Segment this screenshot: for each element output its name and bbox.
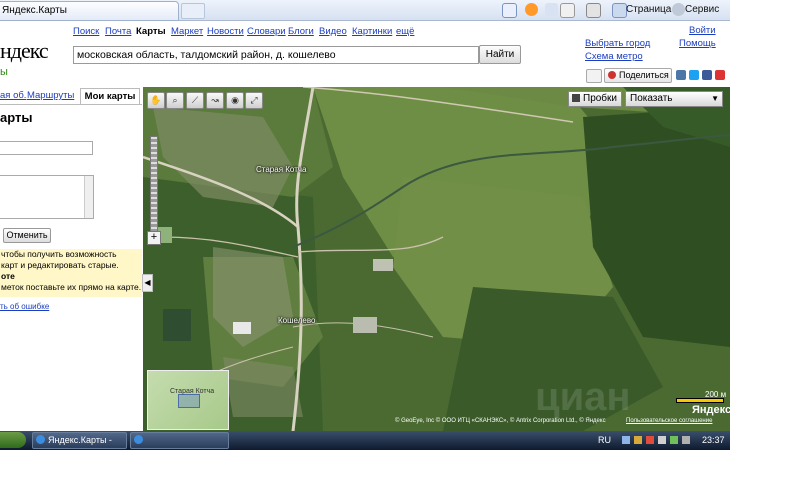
tray-icon[interactable] <box>646 436 654 444</box>
find-button[interactable]: Найти <box>479 45 521 64</box>
search-input[interactable]: московская область, талдомский район, д.… <box>73 46 479 64</box>
page-menu[interactable]: Страница <box>626 4 671 15</box>
share-label: Поделиться <box>619 70 669 80</box>
tab-divider <box>0 104 142 105</box>
zoom-slider[interactable] <box>147 118 159 238</box>
read-mail-icon[interactable] <box>545 3 558 16</box>
clock[interactable]: 23:37 <box>702 435 725 445</box>
hint-line: чтобы получить возможность <box>1 249 117 259</box>
yandex-logo-sub: ы <box>0 66 8 78</box>
nav-blogs[interactable]: Блоги <box>288 26 314 37</box>
service-menu[interactable]: Сервис <box>685 4 719 15</box>
satellite-imagery <box>143 87 730 431</box>
tray-icon[interactable] <box>682 436 690 444</box>
browser-tab[interactable]: Яндекс.Карты <box>0 1 179 21</box>
taskbar-item-label: alex_m_sh@mail.ru: ... <box>131 450 224 460</box>
home-icon[interactable] <box>502 3 517 18</box>
printer-icon[interactable] <box>586 3 601 18</box>
label-staraya-kotcha: Старая Котча <box>256 165 307 174</box>
minimap-label: Старая Котча <box>170 388 215 395</box>
satellite-map[interactable]: Старая Котча Кошелево <box>143 87 730 431</box>
watermark: циан <box>535 375 631 419</box>
nav-more[interactable]: ещё <box>396 26 414 37</box>
show-layer-select[interactable]: Показать ▼ <box>625 91 723 107</box>
nav-search[interactable]: Поиск <box>73 26 99 37</box>
terms-link[interactable]: Пользовательское соглашение <box>626 418 712 424</box>
hand-tool-icon[interactable]: ✋ <box>147 92 165 109</box>
tray-icon[interactable] <box>622 436 630 444</box>
page-icon <box>612 3 627 18</box>
cancel-button[interactable]: Отменить <box>3 228 51 243</box>
nav-maps: Карты <box>136 26 166 37</box>
layers-tool-icon[interactable]: ◉ <box>226 92 244 109</box>
nav-mail[interactable]: Почта <box>105 26 131 37</box>
taskbar-item-mail[interactable]: alex_m_sh@mail.ru: ... <box>130 432 229 460</box>
traffic-label: Пробки <box>583 93 617 104</box>
tab-public[interactable]: ая об. <box>0 90 26 101</box>
twitter-icon[interactable] <box>689 70 699 80</box>
hint-line: оте <box>1 271 15 281</box>
system-tray: RU 23:37 <box>594 432 730 449</box>
traffic-icon <box>572 94 580 102</box>
yandex-map-brand: Яндекс <box>692 404 732 416</box>
collapse-sidebar-button[interactable]: ◀ <box>142 274 153 292</box>
textarea-scrollbar[interactable] <box>84 176 93 218</box>
tab-routes[interactable]: Маршруты <box>27 90 74 101</box>
ie-icon <box>134 435 143 444</box>
nav-dictionaries[interactable]: Словари <box>247 26 286 37</box>
scale-bar <box>676 398 724 403</box>
gear-icon <box>672 3 685 16</box>
browser-tab-title: Яндекс.Карты <box>2 5 67 16</box>
hint-line: карт и редактировать старые. <box>1 260 119 270</box>
map-copyright: © GeoEye, Inc © ООО ИТЦ «СКАНЭКС», © Ant… <box>395 418 606 424</box>
network-icon[interactable] <box>670 436 678 444</box>
print-icon[interactable] <box>586 69 602 83</box>
volume-icon[interactable] <box>658 436 666 444</box>
choose-city-link[interactable]: Выбрать город <box>585 38 650 49</box>
lj-icon[interactable] <box>715 70 725 80</box>
route-tool-icon[interactable]: ↝ <box>206 92 224 109</box>
new-tab-button[interactable] <box>181 3 205 19</box>
help-link[interactable]: Помощь <box>679 38 716 49</box>
traffic-button[interactable]: Пробки <box>568 91 622 107</box>
vk-icon[interactable] <box>676 70 686 80</box>
tab-my-maps[interactable]: Мои карты <box>80 88 140 105</box>
ie-icon <box>36 435 45 444</box>
zoom-track[interactable] <box>150 136 158 233</box>
ruler-tool-icon[interactable]: ⟋ <box>186 92 204 109</box>
rss-icon[interactable] <box>560 3 575 18</box>
show-layer-value: Показать <box>630 93 673 104</box>
yandex-logo[interactable]: ндекс <box>0 38 49 64</box>
map-description-textarea[interactable] <box>0 175 94 219</box>
start-button[interactable] <box>0 432 26 448</box>
nav-images[interactable]: Картинки <box>352 26 392 37</box>
feeds-icon[interactable] <box>525 3 538 16</box>
label-koshelevo: Кошелево <box>278 316 316 325</box>
metro-link[interactable]: Схема метро <box>585 51 643 62</box>
zoom-in-button[interactable]: + <box>147 231 161 245</box>
map-name-input[interactable] <box>0 141 93 155</box>
nav-market[interactable]: Маркет <box>171 26 203 37</box>
nav-news[interactable]: Новости <box>207 26 244 37</box>
my-maps-title: арты <box>0 110 33 125</box>
login-link[interactable]: Войти <box>689 25 716 36</box>
facebook-icon[interactable] <box>702 70 712 80</box>
minimap-viewport[interactable] <box>178 394 200 408</box>
magnifier-tool-icon[interactable]: ⌕ <box>166 92 184 109</box>
tray-icon[interactable] <box>634 436 642 444</box>
share-button[interactable]: Поделиться <box>604 68 672 83</box>
share-icon <box>608 71 616 79</box>
nav-video[interactable]: Видео <box>319 26 347 37</box>
chevron-down-icon: ▼ <box>711 94 719 103</box>
report-error-link[interactable]: ть об ошибке <box>0 302 49 311</box>
hint-box: чтобы получить возможность карт и редакт… <box>0 249 142 297</box>
language-indicator[interactable]: RU <box>598 435 611 445</box>
hint-line: меток поставьте их прямо на карте. <box>1 282 142 292</box>
fullscreen-tool-icon[interactable]: ⤢ <box>245 92 263 109</box>
taskbar-item-browser[interactable]: Яндекс.Карты - Win... <box>32 432 127 460</box>
overview-minimap[interactable]: Старая Котча <box>147 370 229 430</box>
